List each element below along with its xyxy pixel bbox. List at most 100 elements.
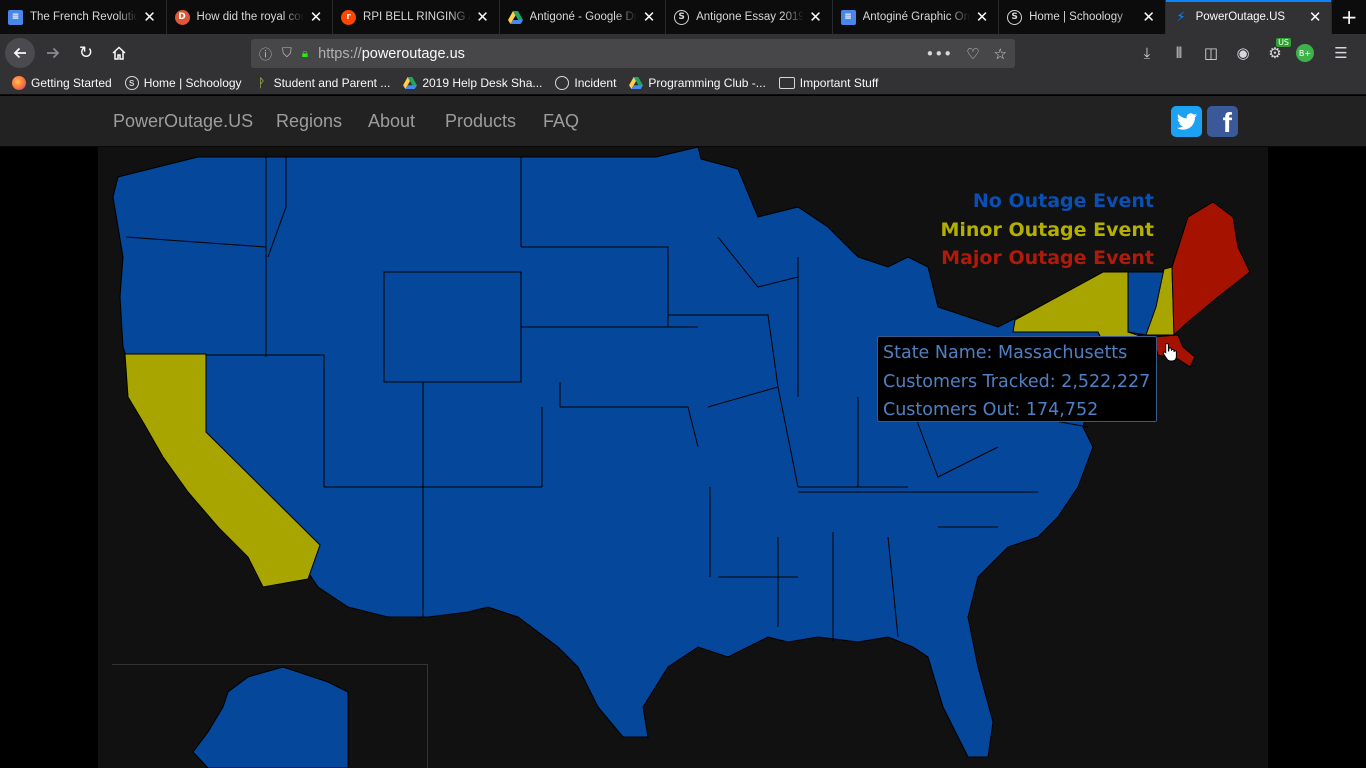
close-icon[interactable]: ✕ [308, 8, 324, 26]
home-button[interactable] [104, 38, 134, 68]
url-text[interactable]: https://poweroutage.us [318, 46, 465, 62]
extension-green-icon[interactable]: B+ [1296, 44, 1314, 62]
bookmark-help-desk[interactable]: 2019 Help Desk Sha... [403, 76, 542, 90]
reload-icon: ↻ [78, 43, 94, 63]
tooltip-customers-out: Customers Out: 174,752 [883, 400, 1099, 420]
doc-icon: ≡ [840, 9, 856, 25]
twitter-icon [1176, 112, 1197, 130]
tooltip-state-name: State Name: Massachusetts [883, 343, 1128, 363]
facebook-icon: f [1222, 107, 1232, 138]
tab-antigone-drive[interactable]: Antigoné - Google Drive ✕ [500, 0, 667, 34]
tab-poweroutage[interactable]: ⚡ PowerOutage.US ✕ [1165, 0, 1333, 34]
close-icon[interactable]: ✕ [974, 8, 990, 26]
bookmark-programming-club[interactable]: Programming Club -... [629, 76, 766, 90]
url-scheme: https:// [318, 45, 362, 62]
facebook-button[interactable]: f [1207, 106, 1238, 137]
legend-no-outage: No Outage Event [972, 190, 1154, 212]
arrow-right-icon [47, 47, 60, 59]
bookmark-label: Important Stuff [799, 76, 879, 90]
drive-icon [629, 76, 644, 90]
tab-title: Antigoné - Google Drive [529, 11, 638, 23]
globe-icon [555, 76, 570, 90]
menu-icon[interactable]: ☰ [1330, 38, 1352, 68]
close-icon[interactable]: ✕ [142, 8, 158, 26]
tab-title: Antigone Essay 2019 [696, 11, 804, 23]
bookmark-important-stuff[interactable]: Important Stuff [778, 76, 879, 90]
new-tab-button[interactable]: + [1332, 0, 1366, 34]
bookmark-schoology[interactable]: S Home | Schoology [124, 76, 242, 90]
sidebar-icon[interactable]: ◫ [1200, 38, 1222, 68]
extension-badge: US [1276, 38, 1291, 47]
url-bar[interactable]: ⓘ ⛉ 🔒︎ https://poweroutage.us ••• ♡ ☆ [251, 39, 1015, 68]
state-maine[interactable] [1171, 201, 1251, 337]
twitter-button[interactable] [1171, 106, 1202, 137]
site-navbar: PowerOutage.US Regions About Products FA… [0, 96, 1366, 147]
tab-title: Antoginé Graphic Organizer [862, 11, 971, 23]
account-icon[interactable]: ◉ [1232, 38, 1254, 68]
url-host: poweroutage.us [361, 45, 465, 62]
page-actions-icon[interactable]: ••• [926, 45, 953, 63]
tab-title: PowerOutage.US [1195, 11, 1286, 23]
bolt-icon: ⚡ [1176, 9, 1186, 25]
lock-icon[interactable]: 🔒︎ [302, 46, 308, 61]
schoology-icon: S [1007, 9, 1023, 25]
tab-graphic-organizer[interactable]: ≡ Antoginé Graphic Organizer ✕ [833, 0, 1000, 34]
library-icon[interactable]: ⫴ [1168, 38, 1190, 68]
firefox-icon [12, 76, 26, 90]
map-legend: No Outage Event Minor Outage Event Major… [940, 187, 1154, 273]
tab-antigone-essay[interactable]: S Antigone Essay 2019 ✕ [666, 0, 833, 34]
close-icon[interactable]: ✕ [641, 8, 657, 26]
tooltip-customers-tracked: Customers Tracked: 2,522,227 [883, 371, 1151, 392]
tab-title: Home | Schoology [1029, 11, 1123, 23]
home-icon [112, 46, 126, 60]
bookmark-label: Student and Parent ... [273, 76, 391, 90]
tab-schoology-home[interactable]: S Home | Schoology ✕ [999, 0, 1166, 34]
bookmark-label: 2019 Help Desk Sha... [422, 76, 543, 90]
nav-about-link[interactable]: About [368, 111, 415, 132]
reddit-icon: r [341, 9, 357, 25]
download-icon[interactable]: ⤓ [1136, 38, 1158, 68]
outage-map: No Outage Event Minor Outage Event Major… [98, 147, 1268, 768]
toolbar-right: ⤓ ⫴ ◫ ◉ ⚙ US B+ ☰ [1136, 38, 1352, 68]
bookmark-incident[interactable]: Incident [555, 76, 616, 90]
back-button[interactable] [5, 38, 35, 68]
schoology-icon: S [674, 9, 690, 25]
bookmark-student-parent[interactable]: ᚹ Student and Parent ... [255, 76, 391, 90]
duckduckgo-icon: D [174, 9, 190, 25]
folder-icon [778, 77, 795, 89]
bookmark-getting-started[interactable]: Getting Started [12, 76, 112, 90]
nav-regions-link[interactable]: Regions [276, 111, 342, 132]
bookmarks-toolbar: Getting Started S Home | Schoology ᚹ Stu… [0, 72, 1366, 95]
close-icon[interactable]: ✕ [1141, 8, 1157, 26]
tab-title: The French Revolution [30, 11, 138, 23]
doc-icon: ≡ [8, 9, 23, 25]
schoology-icon: S [124, 76, 139, 90]
tracking-shield-icon[interactable]: ⛉ [282, 46, 292, 61]
legend-major-outage: Major Outage Event [941, 247, 1154, 269]
close-icon[interactable]: ✕ [1307, 8, 1323, 26]
bookmark-label: Getting Started [31, 76, 112, 90]
close-icon[interactable]: ✕ [808, 8, 824, 26]
tab-bell-ringing[interactable]: r RPI BELL RINGING AMA ✕ [333, 0, 500, 34]
site-brand-link[interactable]: PowerOutage.US [113, 111, 253, 132]
forward-button[interactable] [38, 38, 68, 68]
pocket-icon[interactable]: ♡ [966, 45, 979, 63]
page-content: PowerOutage.US Regions About Products FA… [0, 96, 1366, 768]
url-actions: ••• ♡ ☆ [926, 45, 1007, 63]
tab-title: How did the royal court [196, 11, 305, 23]
extension-icon[interactable]: ⚙ US [1264, 38, 1291, 68]
bookmark-label: Home | Schoology [143, 76, 242, 90]
nav-faq-link[interactable]: FAQ [543, 111, 579, 132]
reload-button[interactable]: ↻ [71, 38, 101, 68]
tab-royal-court[interactable]: D How did the royal court ✕ [167, 0, 334, 34]
tab-strip: ≡ The French Revolution ✕ D How did the … [0, 0, 1366, 34]
info-icon[interactable]: ⓘ [259, 44, 272, 63]
close-icon[interactable]: ✕ [475, 8, 491, 26]
pin-icon: ᚹ [257, 76, 266, 90]
drive-icon [507, 10, 523, 25]
bookmark-star-icon[interactable]: ☆ [994, 45, 1007, 63]
alaska-inset-frame [112, 664, 428, 768]
legend-minor-outage: Minor Outage Event [940, 218, 1154, 241]
tab-french-revolution[interactable]: ≡ The French Revolution ✕ [0, 0, 167, 34]
nav-products-link[interactable]: Products [445, 111, 516, 132]
